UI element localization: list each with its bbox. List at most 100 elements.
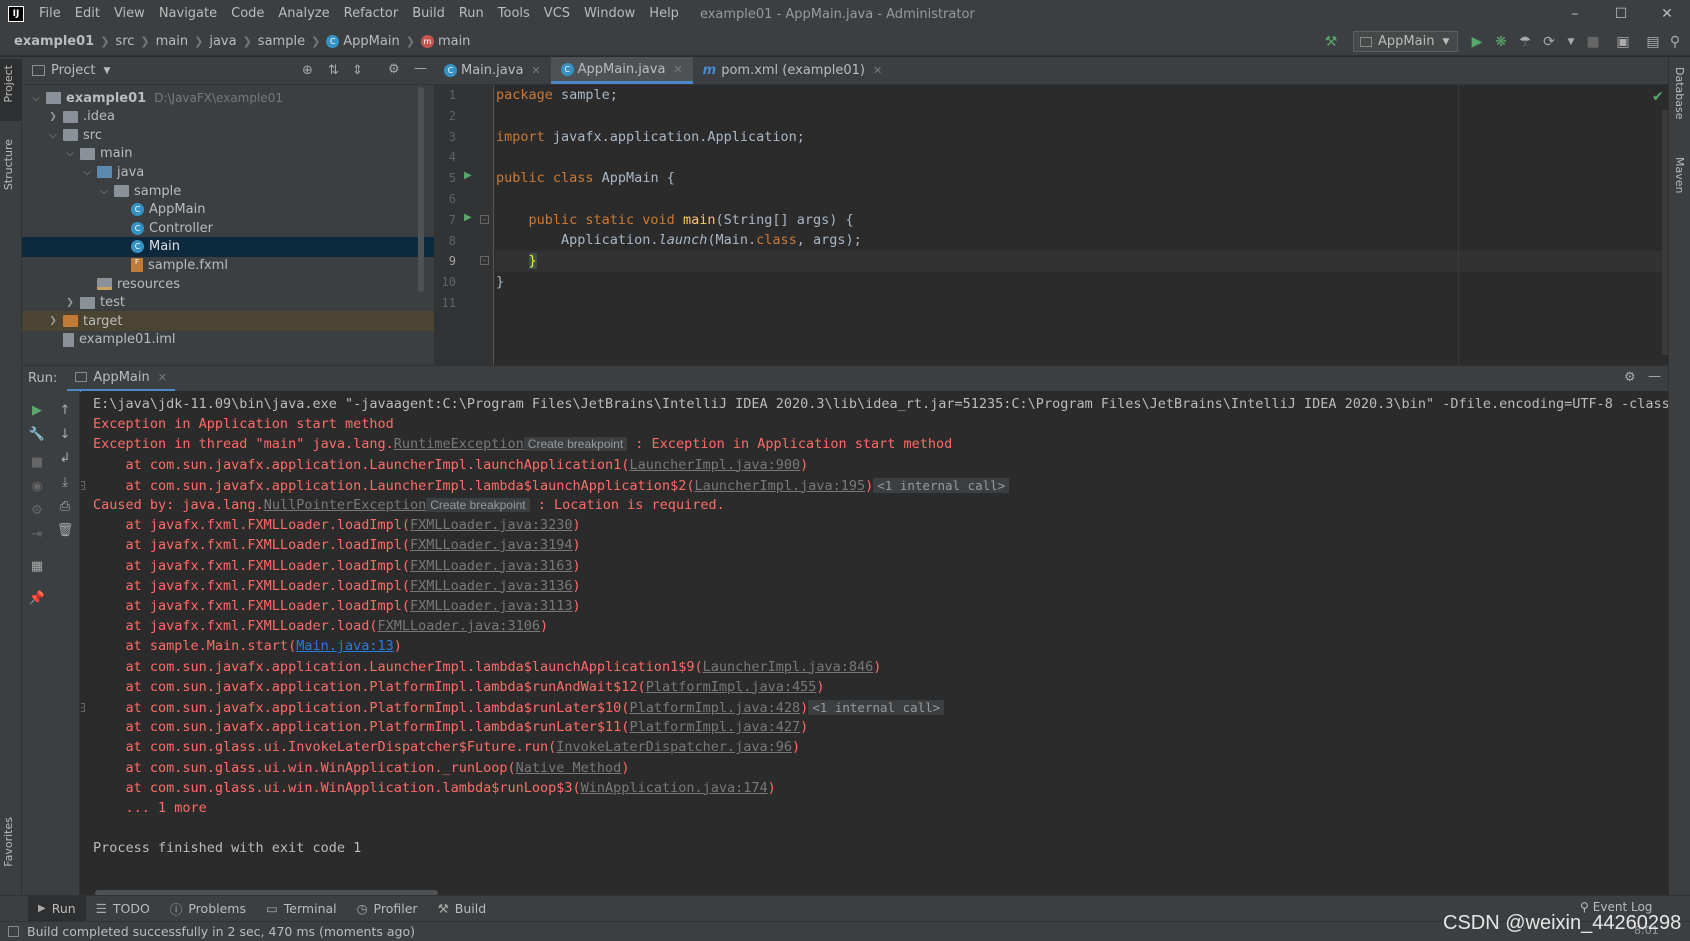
internal-call-badge[interactable]: <1 internal call> <box>808 700 945 715</box>
camera-icon[interactable]: ◉ <box>28 477 46 495</box>
menu-build[interactable]: Build <box>405 0 452 28</box>
tab-todo[interactable]: ☰ TODO <box>86 896 160 922</box>
chevron-down-icon[interactable]: ⌵ <box>98 186 110 197</box>
wrench-icon[interactable]: 🔧 <box>28 425 46 443</box>
chevron-right-icon[interactable]: ❯ <box>47 112 59 122</box>
stacktrace-link[interactable]: WinApplication.java:174 <box>581 780 768 796</box>
code-line-8[interactable]: Application.launch(Main.class, args); <box>496 230 862 251</box>
stacktrace-link[interactable]: PlatformImpl.java:427 <box>629 719 800 735</box>
run-icon[interactable]: ▶ <box>1468 33 1486 51</box>
layout-icon[interactable]: ▦ <box>28 557 46 575</box>
code-line-7[interactable]: public static void main(String[] args) { <box>496 210 854 231</box>
stacktrace-link[interactable]: Main.java:13 <box>296 638 394 654</box>
stacktrace-link[interactable]: LauncherImpl.java:846 <box>703 659 874 675</box>
coverage-icon[interactable]: ☂ <box>1516 33 1534 51</box>
tree-item-controller[interactable]: C Controller <box>22 218 434 238</box>
menu-help[interactable]: Help <box>642 0 686 28</box>
stacktrace-link[interactable]: FXMLLoader.java:3194 <box>410 537 573 553</box>
stacktrace-link[interactable]: FXMLLoader.java:3163 <box>410 558 573 574</box>
fold-icon[interactable]: - <box>480 214 489 224</box>
tab-problems[interactable]: ⓘ Problems <box>160 896 256 922</box>
stacktrace-link[interactable]: NullPointerException <box>264 497 427 513</box>
maximize-button[interactable]: ☐ <box>1598 0 1644 28</box>
stacktrace-link[interactable]: LauncherImpl.java:195 <box>694 478 865 494</box>
tab-appmain-java[interactable]: C AppMain.java ✕ <box>550 57 693 84</box>
exit-icon[interactable]: ⇥ <box>28 525 46 543</box>
arrow-down-icon[interactable]: ↓ <box>56 425 74 443</box>
editor-scrollbar[interactable] <box>1662 110 1668 355</box>
tree-item-src[interactable]: ⌵ src <box>22 125 434 145</box>
print-icon[interactable]: ⎙ <box>56 497 74 515</box>
chevron-right-icon[interactable]: ❯ <box>47 316 59 326</box>
tree-item-example01[interactable]: ⌵ example01 D:\JavaFX\example01 <box>22 88 434 108</box>
tree-item-main[interactable]: ⌵ main <box>22 144 434 164</box>
collapse-all-icon[interactable]: ⇕ <box>352 63 363 78</box>
tree-item-sample[interactable]: ⌵ sample <box>22 181 434 201</box>
tab-pom-xml[interactable]: m pom.xml (example01) ✕ <box>693 57 893 84</box>
menu-tools[interactable]: Tools <box>491 0 537 28</box>
menu-vcs[interactable]: VCS <box>537 0 577 28</box>
tree-item-sample-fxml[interactable]: Fsample.fxml <box>22 255 434 275</box>
debug-icon[interactable]: ❋ <box>1492 33 1510 51</box>
code-line-3[interactable]: import javafx.application.Application; <box>496 127 805 148</box>
stacktrace-link[interactable]: PlatformImpl.java:428 <box>629 700 800 716</box>
internal-call-badge[interactable]: <1 internal call> <box>873 477 1010 493</box>
menu-view[interactable]: View <box>107 0 152 28</box>
stacktrace-link[interactable]: FXMLLoader.java:3106 <box>377 618 540 634</box>
stacktrace-link[interactable]: Native Method <box>516 760 622 776</box>
tab-terminal[interactable]: ▭ Terminal <box>256 896 347 922</box>
stacktrace-link[interactable]: InvokeLaterDispatcher.java:96 <box>556 739 792 755</box>
project-scrollbar[interactable] <box>418 87 424 292</box>
chevron-down-icon[interactable]: ⌵ <box>30 93 42 104</box>
console-output[interactable]: E:\java\jdk-11.09\bin\java.exe "-javaage… <box>81 391 1668 895</box>
gear-icon[interactable]: ⚙ <box>1624 370 1636 385</box>
project-tool-tab[interactable]: Project <box>2 65 15 103</box>
menu-code[interactable]: Code <box>224 0 271 28</box>
profile-icon[interactable]: ⟳ <box>1540 33 1558 51</box>
code-line-10[interactable]: } <box>496 272 504 293</box>
menu-edit[interactable]: Edit <box>68 0 107 28</box>
menu-navigate[interactable]: Navigate <box>152 0 224 28</box>
tree-item-test[interactable]: ❯ test <box>22 293 434 313</box>
stacktrace-link[interactable]: FXMLLoader.java:3230 <box>410 517 573 533</box>
chevron-down-icon[interactable]: ▼ <box>1562 33 1580 51</box>
create-breakpoint-button[interactable]: Create breakpoint <box>426 498 530 512</box>
code-line-5[interactable]: public class AppMain { <box>496 168 675 189</box>
code-line-9[interactable]: } <box>496 251 537 272</box>
tree-item-example01-iml[interactable]: example01.iml <box>22 330 434 350</box>
menu-window[interactable]: Window <box>577 0 642 28</box>
gear-icon[interactable]: ⚙ <box>388 62 400 77</box>
chevron-down-icon[interactable]: ▼ <box>103 66 110 76</box>
soft-wrap-icon[interactable]: ↲ <box>56 449 74 467</box>
status-toggle-icon[interactable] <box>8 926 19 937</box>
hide-panel-icon[interactable]: — <box>1648 369 1661 384</box>
expand-icon[interactable]: + <box>81 480 85 490</box>
trash-icon[interactable]: 🗑 <box>56 521 74 539</box>
stacktrace-link[interactable]: PlatformImpl.java:455 <box>646 679 817 695</box>
breadcrumb-appmain[interactable]: C AppMain <box>324 34 401 49</box>
breadcrumb-method[interactable]: m main <box>419 34 472 49</box>
menu-file[interactable]: File <box>32 0 68 28</box>
tree-item-java[interactable]: ⌵ java <box>22 162 434 182</box>
project-panel-title[interactable]: Project <box>51 63 95 78</box>
run-gutter-icon[interactable]: ▶ <box>464 212 472 223</box>
chevron-down-icon[interactable]: ⌵ <box>81 167 93 178</box>
chevron-down-icon[interactable]: ⌵ <box>47 130 59 141</box>
code-line-1[interactable]: package sample; <box>496 85 618 106</box>
tree-item-main[interactable]: C Main <box>22 236 434 257</box>
database-tool-tab[interactable]: Database <box>1673 67 1686 120</box>
tree-item-target[interactable]: ❯ target <box>22 311 434 332</box>
menu-refactor[interactable]: Refactor <box>337 0 406 28</box>
tree-item-resources[interactable]: resources <box>22 274 434 294</box>
window-icon[interactable]: ▤ <box>1644 33 1662 51</box>
breadcrumb-src[interactable]: src <box>113 34 136 49</box>
expand-all-icon[interactable]: ⇅ <box>328 63 339 78</box>
tab-profiler[interactable]: ◷ Profiler <box>347 896 428 922</box>
close-icon[interactable]: ✕ <box>673 63 682 76</box>
breadcrumb-project[interactable]: example01 <box>12 34 96 49</box>
stacktrace-link[interactable]: FXMLLoader.java:3136 <box>410 578 573 594</box>
maven-tool-tab[interactable]: Maven <box>1673 157 1686 193</box>
tab-run[interactable]: ▶ Run <box>28 895 86 922</box>
pin-icon[interactable]: 📌 <box>28 589 46 607</box>
scroll-to-end-icon[interactable]: ⤓ <box>56 473 74 491</box>
